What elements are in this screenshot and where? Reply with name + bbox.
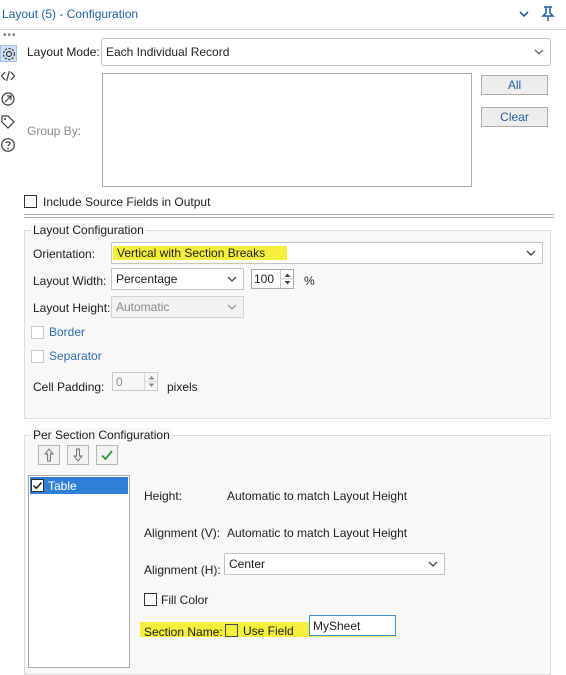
layout-config-title: Layout Configuration <box>31 223 146 237</box>
border-label: Border <box>49 325 86 339</box>
layout-width-stepper[interactable]: 100 <box>251 269 294 289</box>
fill-color-checkbox[interactable] <box>144 593 157 606</box>
use-field-label: Use Field <box>243 624 294 638</box>
orientation-select[interactable]: Vertical with Section Breaks <box>111 242 543 264</box>
layout-height-label: Layout Height: <box>33 301 111 315</box>
section-list[interactable]: Table <box>28 475 130 668</box>
layout-mode-value: Each Individual Record <box>106 45 230 59</box>
more-dots-icon[interactable]: ••• <box>3 30 17 41</box>
border-checkbox[interactable] <box>31 326 44 339</box>
cell-padding-value: 0 <box>116 375 123 389</box>
alignment-v-value: Automatic to match Layout Height <box>227 526 408 540</box>
fill-color-label: Fill Color <box>161 593 209 607</box>
gear-icon[interactable] <box>0 45 17 62</box>
cell-padding-label: Cell Padding: <box>33 380 105 394</box>
tag-icon[interactable] <box>0 114 17 131</box>
pin-icon[interactable] <box>541 6 555 22</box>
move-up-button[interactable] <box>38 445 60 465</box>
separator-checkbox[interactable] <box>31 350 44 363</box>
help-icon[interactable] <box>0 137 17 154</box>
chevron-down-icon <box>428 561 438 567</box>
cell-padding-unit: pixels <box>167 380 198 394</box>
orientation-label: Orientation: <box>33 247 96 261</box>
arrow-down-icon <box>73 448 83 462</box>
all-button[interactable]: All <box>481 75 548 95</box>
height-label: Height: <box>144 489 183 503</box>
apply-check-button[interactable] <box>96 445 118 465</box>
chevron-down-icon <box>534 49 544 55</box>
arrow-up-icon <box>44 448 54 462</box>
move-down-button[interactable] <box>67 445 89 465</box>
height-value: Automatic to match Layout Height <box>227 489 408 503</box>
section-name-value: MySheet <box>313 619 361 633</box>
include-source-label: Include Source Fields in Output <box>43 195 211 209</box>
layout-width-select[interactable]: Percentage <box>111 268 244 290</box>
alignment-v-label: Alignment (V): <box>144 526 221 540</box>
group-by-list[interactable] <box>102 73 472 187</box>
layout-height-select[interactable]: Automatic <box>111 296 244 318</box>
list-item-label: Table <box>48 479 77 493</box>
table-section-checkbox[interactable] <box>31 479 44 492</box>
chevron-down-icon <box>227 276 237 282</box>
layout-mode-label: Layout Mode: <box>27 45 100 59</box>
alignment-h-value: Center <box>229 557 266 571</box>
list-item[interactable]: Table <box>30 477 128 494</box>
group-by-label: Group By: <box>27 124 82 138</box>
layout-height-value: Automatic <box>116 300 170 314</box>
checkmark-icon <box>101 450 113 461</box>
alignment-h-label: Alignment (H): <box>144 563 221 577</box>
include-source-checkbox[interactable] <box>24 195 37 208</box>
stepper-arrows-icon[interactable] <box>144 373 158 390</box>
use-field-checkbox[interactable] <box>225 624 238 637</box>
divider <box>24 214 554 218</box>
alignment-h-select[interactable]: Center <box>224 553 445 575</box>
window-title: Layout (5) - Configuration <box>2 7 139 21</box>
layout-width-number: 100 <box>254 272 275 286</box>
clear-button[interactable]: Clear <box>481 107 548 127</box>
collapse-chevron-icon[interactable] <box>518 8 530 20</box>
layout-width-value: Percentage <box>116 272 178 286</box>
stepper-arrows-icon[interactable] <box>280 270 294 288</box>
connection-icon[interactable] <box>0 91 17 108</box>
orientation-value: Vertical with Section Breaks <box>113 246 287 260</box>
layout-width-label: Layout Width: <box>33 274 107 288</box>
layout-mode-select[interactable]: Each Individual Record <box>101 38 551 66</box>
cell-padding-stepper[interactable]: 0 <box>112 372 158 391</box>
section-name-input[interactable]: MySheet <box>309 615 396 636</box>
chevron-down-icon <box>227 304 237 310</box>
layout-width-unit: % <box>304 274 315 288</box>
section-name-label: Section Name: <box>144 625 223 639</box>
chevron-down-icon <box>526 250 536 256</box>
separator-label: Separator <box>49 349 102 363</box>
code-icon[interactable] <box>0 68 17 85</box>
per-section-title: Per Section Configuration <box>31 428 172 442</box>
